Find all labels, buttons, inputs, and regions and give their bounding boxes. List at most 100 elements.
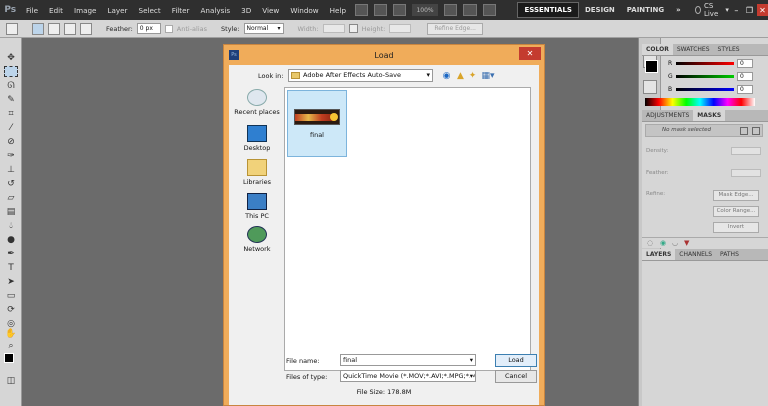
vector-mask-icon[interactable] <box>752 127 760 135</box>
foreground-color-swatch[interactable] <box>4 353 14 363</box>
history-brush-icon[interactable]: ↺ <box>4 178 18 189</box>
menu-layer[interactable]: Layer <box>102 6 133 15</box>
invert-button[interactable]: Invert <box>713 222 759 233</box>
restore-button[interactable]: ❐ <box>744 4 755 16</box>
menu-filter[interactable]: Filter <box>166 6 195 15</box>
gradient-tool-icon[interactable]: ▤ <box>4 206 18 217</box>
new-selection-icon[interactable] <box>32 22 44 35</box>
new-folder-icon[interactable]: ✦ <box>467 70 478 81</box>
width-input[interactable] <box>322 24 345 33</box>
brush-tool-icon[interactable]: ✑ <box>4 150 18 161</box>
menu-image[interactable]: Image <box>68 6 102 15</box>
visibility-eye-icon[interactable]: ◡ <box>672 239 678 247</box>
tab-color[interactable]: COLOR <box>642 44 673 55</box>
slider-green[interactable]: G 0 <box>668 71 753 81</box>
quick-mask-icon[interactable]: ◫ <box>4 375 18 386</box>
tab-styles[interactable]: STYLES <box>714 44 744 55</box>
clone-stamp-icon[interactable]: ⊥ <box>4 164 18 175</box>
tab-layers[interactable]: LAYERS <box>642 249 676 260</box>
menu-file[interactable]: File <box>21 6 44 15</box>
lookin-select[interactable]: Adobe After Effects Auto-Save ▾ <box>288 69 433 82</box>
close-app-button[interactable]: ✕ <box>756 4 768 16</box>
place-thispc[interactable]: This PC <box>233 193 281 220</box>
tab-paths[interactable]: PATHS <box>716 249 743 260</box>
feather-panel-field[interactable] <box>731 169 761 177</box>
marquee-tool-icon[interactable] <box>4 66 18 77</box>
crop-tool-icon[interactable]: ⌗ <box>4 108 18 119</box>
eyedropper-icon[interactable]: ⁄ <box>4 122 18 133</box>
tab-channels[interactable]: CHANNELS <box>675 249 716 260</box>
path-selection-icon[interactable]: ➤ <box>4 276 18 287</box>
tab-swatches[interactable]: SWATCHES <box>673 44 714 55</box>
move-tool-icon[interactable]: ✥ <box>4 52 18 63</box>
shape-tool-icon[interactable]: ▭ <box>4 290 18 301</box>
pen-tool-icon[interactable]: ✒ <box>4 248 18 259</box>
tab-adjustments[interactable]: ADJUSTMENTS <box>642 110 693 121</box>
place-network[interactable]: Network <box>233 226 281 253</box>
slider-green-track[interactable] <box>676 74 734 78</box>
blur-tool-icon[interactable]: 💧︎ <box>4 220 18 231</box>
color-spectrum-bar[interactable] <box>645 98 755 106</box>
workspace-more[interactable]: » <box>670 6 687 14</box>
file-item[interactable]: final <box>287 90 347 157</box>
file-list[interactable]: final <box>284 87 531 371</box>
tab-masks[interactable]: MASKS <box>693 110 726 121</box>
menu-window[interactable]: Window <box>285 6 324 15</box>
style-select[interactable]: Normal <box>243 23 284 34</box>
lasso-tool-icon[interactable]: ᘏ <box>4 80 18 91</box>
zoom-tool-icon[interactable]: ⌕ <box>4 340 18 351</box>
type-tool-icon[interactable]: T <box>4 262 18 273</box>
feather-input[interactable]: 0 px <box>136 23 161 34</box>
slider-red[interactable]: R 0 <box>668 58 753 68</box>
hand-tool-icon[interactable] <box>444 4 458 16</box>
workspace-essentials[interactable]: ESSENTIALS <box>517 2 579 18</box>
3d-rotate-icon[interactable]: ⟳ <box>4 304 18 315</box>
delete-mask-icon[interactable]: ▼ <box>684 239 689 247</box>
mask-edge-button[interactable]: Mask Edge... <box>713 190 759 201</box>
menu-view[interactable]: View <box>257 6 285 15</box>
place-recent[interactable]: Recent places <box>233 89 281 116</box>
filetype-select[interactable]: QuickTime Movie (*.MOV;*.AVI;*.MPG;*.MPE… <box>340 370 476 382</box>
dialog-close-button[interactable]: ✕ <box>519 47 541 60</box>
screen-mode-icon[interactable] <box>482 4 496 16</box>
history-panel-icon[interactable] <box>643 80 657 94</box>
view-menu-icon[interactable]: ▦▾ <box>480 70 496 81</box>
dodge-tool-icon[interactable]: ● <box>4 234 18 245</box>
eraser-icon[interactable]: ▱ <box>4 192 18 203</box>
antialias-checkbox[interactable] <box>164 24 173 33</box>
slider-blue-track[interactable] <box>676 87 734 91</box>
load-selection-icon[interactable]: ◌ <box>647 239 653 247</box>
workspace-painting[interactable]: PAINTING <box>621 6 670 14</box>
workspace-design[interactable]: DESIGN <box>579 6 621 14</box>
apply-mask-icon[interactable]: ◉ <box>660 239 666 247</box>
intersect-selection-icon[interactable] <box>80 22 92 35</box>
back-icon[interactable]: ◉ <box>441 70 452 81</box>
menu-edit[interactable]: Edit <box>44 6 69 15</box>
color-fg-swatch[interactable] <box>645 60 658 73</box>
menu-3d[interactable]: 3D <box>236 6 257 15</box>
place-desktop[interactable]: Desktop <box>233 125 281 152</box>
density-field[interactable] <box>731 147 761 155</box>
cancel-button[interactable]: Cancel <box>495 370 537 383</box>
slider-green-value[interactable]: 0 <box>737 71 753 81</box>
place-libraries[interactable]: Libraries <box>233 159 281 186</box>
cs-live-menu[interactable]: CS Live ▾ <box>694 2 729 18</box>
arrange-documents-icon[interactable] <box>463 4 477 16</box>
pixel-mask-icon[interactable] <box>740 127 748 135</box>
load-button[interactable]: Load <box>495 354 537 367</box>
menu-help[interactable]: Help <box>324 6 351 15</box>
add-to-selection-icon[interactable] <box>48 22 60 35</box>
height-input[interactable] <box>389 24 412 33</box>
bridge-icon[interactable] <box>354 4 368 16</box>
minibridge-icon[interactable] <box>373 4 387 16</box>
swap-dimensions-icon[interactable] <box>348 24 358 33</box>
menu-select[interactable]: Select <box>133 6 166 15</box>
up-folder-icon[interactable]: ▲ <box>455 70 466 81</box>
color-range-button[interactable]: Color Range... <box>713 206 759 217</box>
view-extras-icon[interactable] <box>392 4 406 16</box>
filename-input[interactable]: final ▾ <box>340 354 476 366</box>
quick-selection-icon[interactable]: ✎ <box>4 94 18 105</box>
marquee-tool-preset-icon[interactable] <box>6 22 18 35</box>
slider-red-value[interactable]: 0 <box>737 58 753 68</box>
refine-edge-button[interactable]: Refine Edge... <box>427 22 483 35</box>
